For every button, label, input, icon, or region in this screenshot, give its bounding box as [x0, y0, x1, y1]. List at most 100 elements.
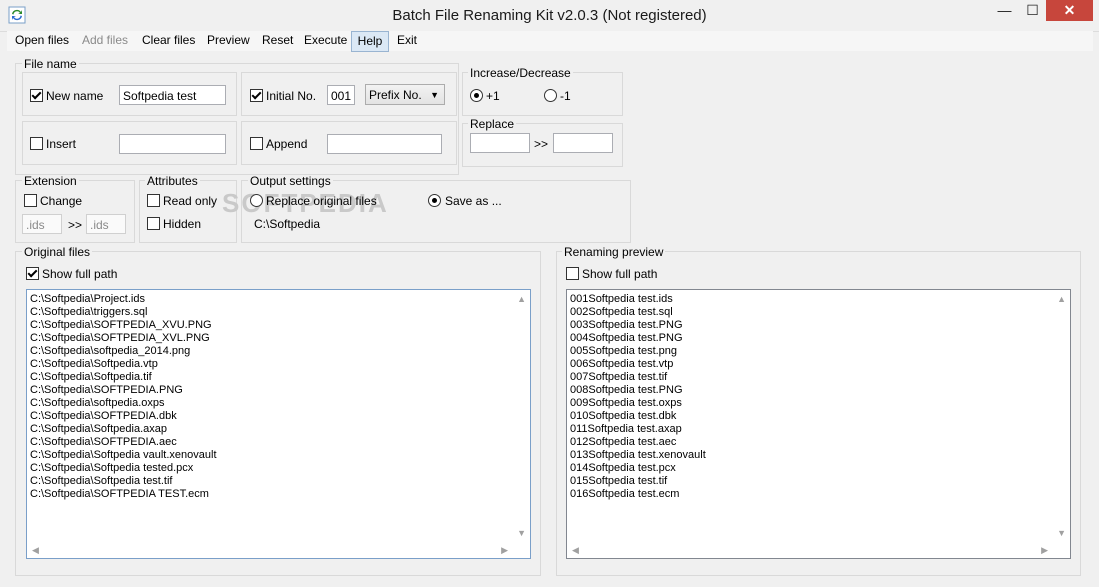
- original-show-full-path-label: Show full path: [42, 267, 118, 281]
- list-item[interactable]: C:\Softpedia\SOFTPEDIA TEST.ecm: [30, 488, 209, 501]
- read-only-checkbox[interactable]: [147, 194, 160, 207]
- list-item[interactable]: C:\Softpedia\SOFTPEDIA.PNG: [30, 384, 183, 397]
- list-item[interactable]: 009Softpedia test.oxps: [570, 397, 682, 410]
- list-item[interactable]: 002Softpedia test.sql: [570, 306, 673, 319]
- list-item[interactable]: 012Softpedia test.aec: [570, 436, 676, 449]
- new-name-checkbox[interactable]: [30, 89, 43, 102]
- list-item[interactable]: 007Softpedia test.tif: [570, 371, 667, 384]
- scroll-up-arrow-icon[interactable]: ▲: [1057, 294, 1066, 304]
- original-files-list[interactable]: C:\Softpedia\Project.ids C:\Softpedia\tri…: [26, 289, 531, 559]
- close-button[interactable]: ✕: [1046, 0, 1093, 21]
- original-show-full-path-checkbox[interactable]: [26, 267, 39, 280]
- list-item[interactable]: 011Softpedia test.axap: [570, 423, 682, 436]
- list-item[interactable]: 015Softpedia test.tif: [570, 475, 667, 488]
- initial-no-input[interactable]: 001: [327, 85, 355, 105]
- replace-from-input[interactable]: [470, 133, 530, 153]
- list-item[interactable]: C:\Softpedia\softpedia_2014.png: [30, 345, 190, 358]
- initial-no-checkbox[interactable]: [250, 89, 263, 102]
- menu-exit[interactable]: Exit: [397, 31, 417, 50]
- insert-label: Insert: [46, 137, 77, 151]
- append-checkbox[interactable]: [250, 137, 263, 150]
- renaming-preview-label: Renaming preview: [562, 245, 666, 259]
- list-item[interactable]: C:\Softpedia\Softpedia test.tif: [30, 475, 172, 488]
- maximize-button[interactable]: ☐: [1019, 0, 1046, 21]
- list-item[interactable]: C:\Softpedia\Softpedia vault.xenovault: [30, 449, 217, 462]
- extension-change-label: Change: [40, 194, 83, 208]
- list-item[interactable]: 016Softpedia test.ecm: [570, 488, 679, 501]
- number-position-select[interactable]: Prefix No. ▼: [365, 84, 445, 105]
- list-item[interactable]: C:\Softpedia\Softpedia.vtp: [30, 358, 158, 371]
- list-item[interactable]: C:\Softpedia\SOFTPEDIA.dbk: [30, 410, 177, 423]
- list-item[interactable]: 010Softpedia test.dbk: [570, 410, 676, 423]
- append-input[interactable]: [327, 134, 442, 154]
- list-item[interactable]: 013Softpedia test.xenovault: [570, 449, 706, 462]
- minimize-button[interactable]: —: [990, 0, 1019, 21]
- replace-label: Replace: [468, 117, 517, 131]
- output-settings-label: Output settings: [248, 174, 333, 188]
- list-item[interactable]: 005Softpedia test.png: [570, 345, 677, 358]
- list-item[interactable]: 004Softpedia test.PNG: [570, 332, 683, 345]
- new-name-input[interactable]: Softpedia test: [119, 85, 226, 105]
- read-only-label: Read only: [163, 194, 218, 208]
- append-label: Append: [266, 137, 308, 151]
- scroll-right-arrow-icon[interactable]: ▶: [501, 545, 508, 555]
- increment-minus-radio[interactable]: [544, 89, 557, 102]
- extension-change-checkbox[interactable]: [24, 194, 37, 207]
- hidden-checkbox[interactable]: [147, 217, 160, 230]
- scroll-up-arrow-icon[interactable]: ▲: [517, 294, 526, 304]
- initial-no-label: Initial No.: [266, 89, 317, 103]
- increment-plus-radio[interactable]: [470, 89, 483, 102]
- output-path: C:\Softpedia: [254, 217, 321, 231]
- menu-help[interactable]: Help: [351, 31, 389, 52]
- attributes-label: Attributes: [145, 174, 200, 188]
- replace-to-input[interactable]: [553, 133, 613, 153]
- scroll-left-arrow-icon[interactable]: ◀: [32, 545, 39, 555]
- save-as-label: Save as ...: [445, 194, 502, 208]
- scroll-down-arrow-icon[interactable]: ▼: [1057, 528, 1066, 538]
- list-item[interactable]: C:\Softpedia\SOFTPEDIA_XVL.PNG: [30, 332, 210, 345]
- scroll-right-arrow-icon[interactable]: ▶: [1041, 545, 1048, 555]
- list-item[interactable]: C:\Softpedia\Softpedia tested.pcx: [30, 462, 193, 475]
- menu-add-files[interactable]: Add files: [82, 31, 128, 50]
- original-files-items: C:\Softpedia\Project.ids C:\Softpedia\tri…: [27, 293, 515, 543]
- extension-to-input[interactable]: .ids: [86, 214, 126, 234]
- list-item[interactable]: C:\Softpedia\softpedia.oxps: [30, 397, 165, 410]
- menu-open-files[interactable]: Open files: [15, 31, 69, 50]
- list-item[interactable]: C:\Softpedia\SOFTPEDIA_XVU.PNG: [30, 319, 212, 332]
- replace-separator: >>: [534, 137, 549, 151]
- insert-input[interactable]: [119, 134, 226, 154]
- list-item[interactable]: C:\Softpedia\triggers.sql: [30, 306, 147, 319]
- list-item[interactable]: 014Softpedia test.pcx: [570, 462, 676, 475]
- list-item[interactable]: 006Softpedia test.vtp: [570, 358, 673, 371]
- preview-show-full-path-checkbox[interactable]: [566, 267, 579, 280]
- list-item[interactable]: C:\Softpedia\Softpedia.axap: [30, 423, 167, 436]
- file-name-group-label: File name: [22, 57, 79, 71]
- menu-preview[interactable]: Preview: [207, 31, 250, 50]
- renaming-preview-items: 001Softpedia test.ids 002Softpedia test.s…: [567, 293, 1055, 543]
- list-item[interactable]: 008Softpedia test.PNG: [570, 384, 683, 397]
- extension-label: Extension: [22, 174, 79, 188]
- extension-from-input[interactable]: .ids: [22, 214, 62, 234]
- hidden-label: Hidden: [163, 217, 202, 231]
- window-title: Batch File Renaming Kit v2.0.3 (Not regi…: [392, 7, 707, 24]
- save-as-radio[interactable]: [428, 194, 441, 207]
- list-item[interactable]: 001Softpedia test.ids: [570, 293, 673, 306]
- original-files-label: Original files: [22, 245, 93, 259]
- replace-original-radio[interactable]: [250, 194, 263, 207]
- menu-execute[interactable]: Execute: [304, 31, 347, 50]
- increment-minus-label: -1: [560, 89, 571, 103]
- list-item[interactable]: C:\Softpedia\SOFTPEDIA.aec: [30, 436, 177, 449]
- menu-reset[interactable]: Reset: [262, 31, 293, 50]
- list-item[interactable]: C:\Softpedia\Project.ids: [30, 293, 145, 306]
- scroll-down-arrow-icon[interactable]: ▼: [517, 528, 526, 538]
- scroll-left-arrow-icon[interactable]: ◀: [572, 545, 579, 555]
- number-position-value: Prefix No.: [369, 88, 422, 102]
- preview-show-full-path-label: Show full path: [582, 267, 658, 281]
- list-item[interactable]: 003Softpedia test.PNG: [570, 319, 683, 332]
- list-item[interactable]: C:\Softpedia\Softpedia.tif: [30, 371, 152, 384]
- menu-clear-files[interactable]: Clear files: [142, 31, 195, 50]
- new-name-label: New name: [46, 89, 104, 103]
- renaming-preview-list[interactable]: 001Softpedia test.ids 002Softpedia test.s…: [566, 289, 1071, 559]
- insert-checkbox[interactable]: [30, 137, 43, 150]
- increase-decrease-label: Increase/Decrease: [468, 66, 573, 80]
